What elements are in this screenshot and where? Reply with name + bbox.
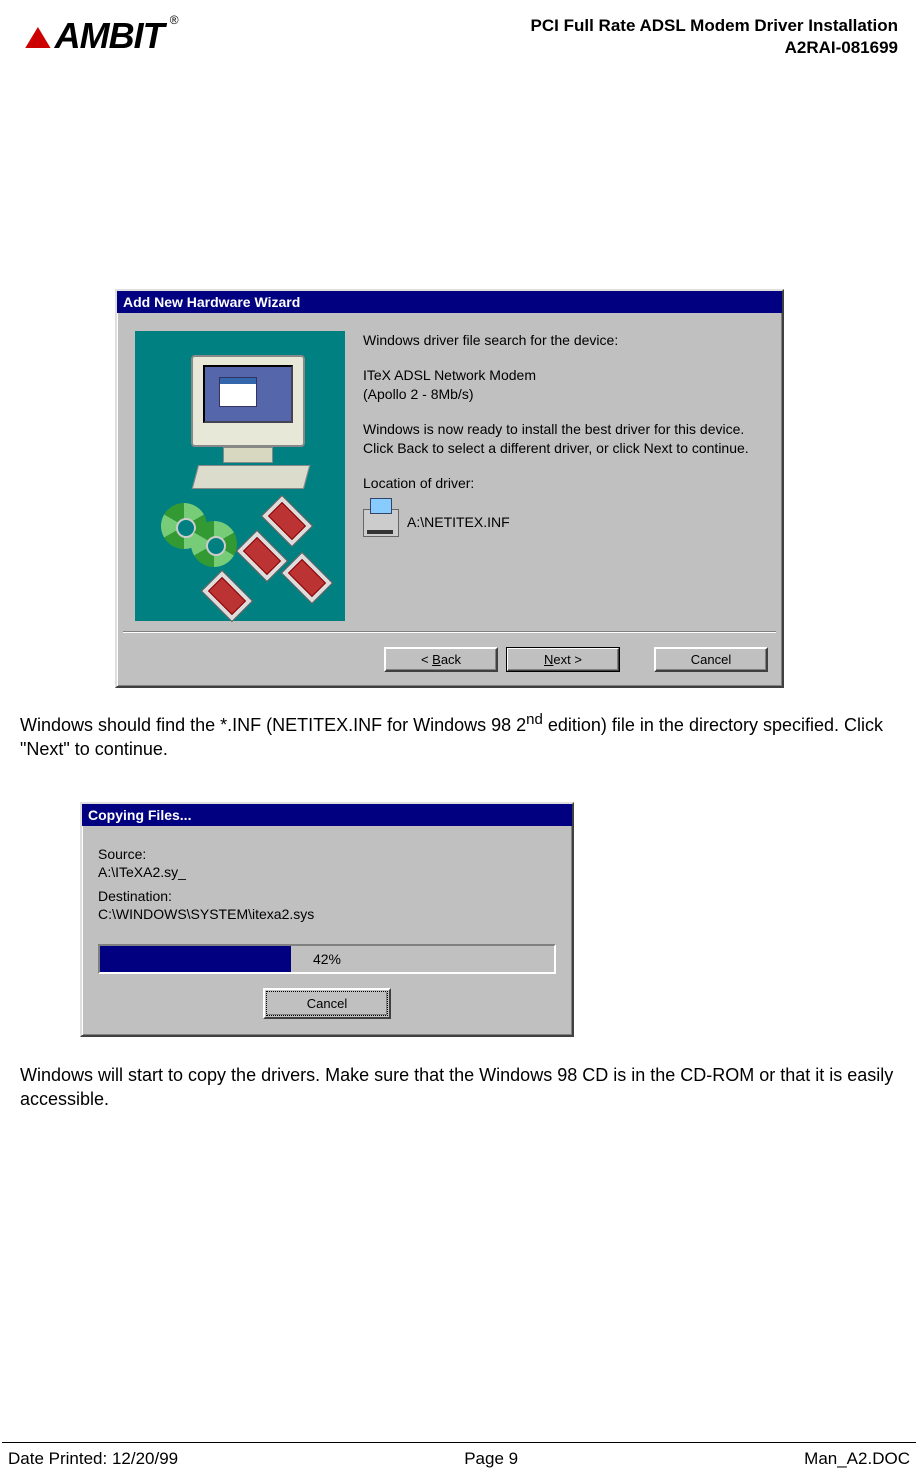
wizard-titlebar: Add New Hardware Wizard <box>117 291 782 313</box>
doc-header: ▲AMBIT ® PCI Full Rate ADSL Modem Driver … <box>20 15 898 59</box>
logo-triangle-icon: ▲ <box>17 15 59 57</box>
destination-value: C:\WINDOWS\SYSTEM\itexa2.sys <box>98 906 556 922</box>
brand-text: AMBIT <box>55 15 164 56</box>
progress-percent-label: 42% <box>100 951 554 967</box>
keyboard-icon <box>192 465 310 489</box>
floppy-drive-icon <box>363 509 399 537</box>
add-new-hardware-wizard-dialog: Add New Hardware Wizard Windows driver f… <box>115 289 784 688</box>
hardware-chip-icon <box>281 552 333 604</box>
monitor-icon <box>191 355 305 447</box>
doc-code: A2RAI-081699 <box>531 37 898 59</box>
wizard-text-panel: Windows driver file search for the devic… <box>363 331 764 621</box>
next-button[interactable]: Next > <box>506 647 620 672</box>
destination-label: Destination: <box>98 888 556 904</box>
hardware-chip-icon <box>236 530 288 582</box>
hardware-chip-icon <box>201 570 253 622</box>
doc-footer: Date Printed: 12/20/99 Page 9 Man_A2.DOC <box>2 1442 916 1469</box>
instruction-text-1: Windows should find the *.INF (NETITEX.I… <box>20 710 898 762</box>
device-name-line1: ITeX ADSL Network Modem <box>363 367 536 383</box>
header-titles: PCI Full Rate ADSL Modem Driver Installa… <box>531 15 898 59</box>
copy-cancel-button[interactable]: Cancel <box>266 991 388 1016</box>
search-line: Windows driver file search for the devic… <box>363 331 764 350</box>
source-label: Source: <box>98 846 556 862</box>
footer-filename: Man_A2.DOC <box>804 1449 910 1469</box>
driver-location-path: A:\NETITEX.INF <box>407 513 510 532</box>
wizard-illustration <box>135 331 345 621</box>
progress-bar: 42% <box>98 944 556 974</box>
copy-dialog-titlebar: Copying Files... <box>82 804 572 826</box>
location-label: Location of driver: <box>363 474 764 493</box>
wizard-button-row: < Back Next > Cancel <box>117 633 782 686</box>
source-value: A:\ITeXA2.sy_ <box>98 864 556 880</box>
hardware-chip-icon <box>261 495 313 547</box>
cancel-button[interactable]: Cancel <box>654 647 768 672</box>
ready-text: Windows is now ready to install the best… <box>363 420 764 458</box>
copying-files-dialog: Copying Files... Source: A:\ITeXA2.sy_ D… <box>80 802 574 1037</box>
registered-mark: ® <box>170 13 178 27</box>
brand-logo: ▲AMBIT ® <box>20 15 178 57</box>
doc-title: PCI Full Rate ADSL Modem Driver Installa… <box>531 15 898 37</box>
cd-icon <box>191 521 237 567</box>
footer-date: Date Printed: 12/20/99 <box>8 1449 178 1469</box>
instruction-text-2: Windows will start to copy the drivers. … <box>20 1063 898 1112</box>
back-button[interactable]: < Back <box>384 647 498 672</box>
footer-page: Page 9 <box>464 1449 518 1469</box>
device-name-line2: (Apollo 2 - 8Mb/s) <box>363 386 473 402</box>
